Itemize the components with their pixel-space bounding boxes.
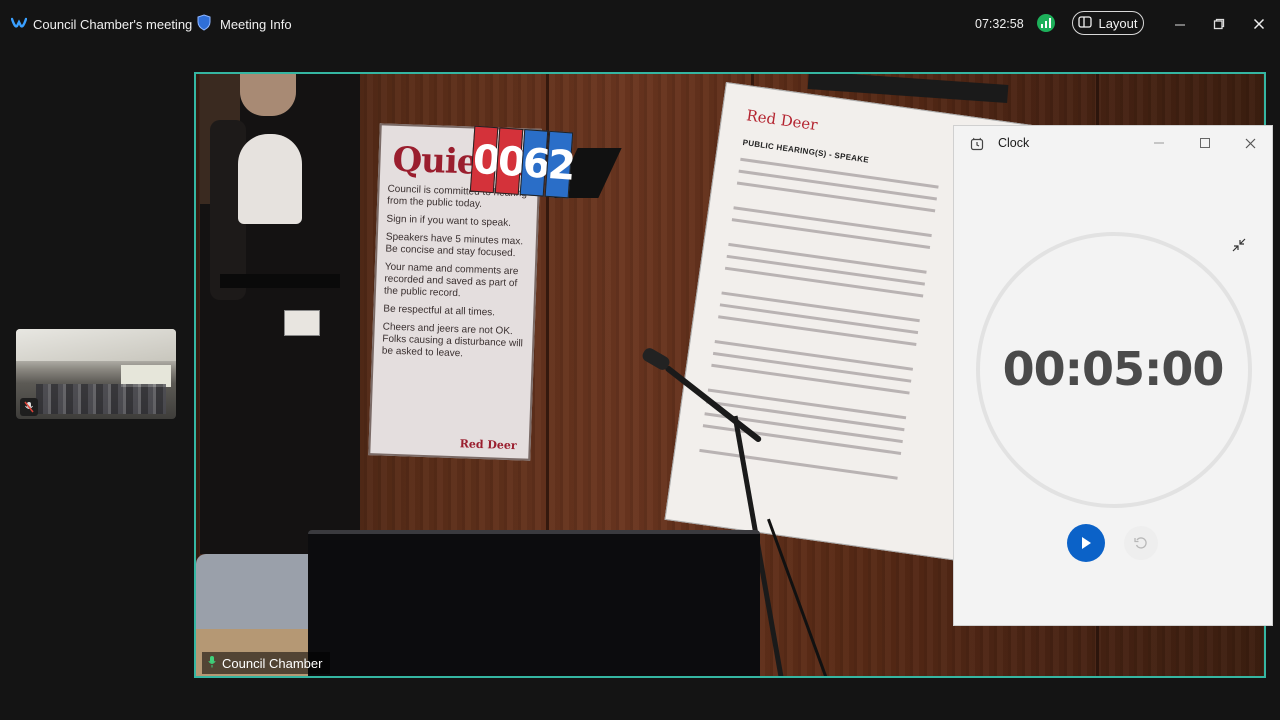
person-belt [220,274,340,288]
counter-digit: 0 [469,125,502,194]
start-timer-button[interactable] [1067,524,1105,562]
meeting-top-bar: Council Chamber's meeting Meeting Info 0… [0,0,1280,48]
meeting-info-label: Meeting Info [220,16,292,32]
reset-timer-button[interactable] [1124,526,1158,560]
flip-counter: 0 0 6 2 [469,125,577,199]
thumbnail-ceiling [16,329,176,361]
minimize-button[interactable] [1170,14,1190,34]
person-head [240,74,296,116]
person-standing [200,74,360,554]
sign-line: Speakers have 5 minutes max. Be concise … [385,231,524,260]
webex-logo-icon [10,16,28,33]
shield-icon [196,14,212,34]
person-shirt [238,134,302,224]
mic-active-icon [208,655,216,671]
restore-icon [1213,18,1225,30]
maximize-icon [1200,138,1210,148]
close-icon [1245,138,1255,148]
sign-line: Cheers and jeers are not OK. Folks causi… [381,321,524,360]
layout-icon [1078,15,1093,31]
clock-minimize-button[interactable] [1150,134,1168,152]
participant-name-label: Council Chamber [202,652,331,674]
minimize-icon [1175,24,1185,26]
compact-view-button[interactable] [1230,236,1248,254]
close-icon [1253,18,1265,30]
clock-titlebar[interactable]: Clock [954,126,1272,160]
clock-app-window[interactable]: Clock 00:05:00 [953,125,1273,626]
counter-digit: 6 [519,129,552,197]
close-button[interactable] [1249,14,1269,34]
minimize-icon [1154,142,1164,144]
clock-app-icon [970,137,984,156]
sign-line: Your name and comments are recorded and … [383,261,519,300]
participant-name: Council Chamber [222,655,323,671]
layout-button[interactable]: Layout [1072,11,1144,35]
easel-logo: Red Deer [745,106,819,135]
meeting-info-button[interactable]: Meeting Info [196,0,292,48]
thumbnail-audience [36,384,166,414]
restore-button[interactable] [1209,14,1229,34]
participant-thumbnail[interactable] [16,329,176,419]
play-icon [1082,537,1091,549]
collapse-arrows-icon [1232,238,1246,252]
network-signal-icon[interactable] [1037,14,1055,32]
sign-line: Be respectful at all times. [383,303,496,319]
meeting-clock: 07:32:58 [975,17,1024,31]
reset-icon [1134,537,1147,549]
meeting-title: Council Chamber's meeting [33,16,193,32]
timer-display: 00:05:00 [1002,342,1225,396]
easel-text-lines [698,157,939,489]
layout-label: Layout [1098,15,1138,31]
sign-line: Sign in if you want to speak. [386,213,512,229]
counter-digit: 0 [494,127,527,195]
sign-logo: Red Deer [459,437,517,453]
podium [308,530,760,676]
clock-close-button[interactable] [1241,134,1259,152]
person-badge [284,310,320,336]
sign-body: Council is committed to hearing from the… [382,184,530,363]
muted-mic-icon [20,398,38,416]
clock-maximize-button[interactable] [1196,134,1214,152]
clock-title: Clock [998,136,1030,150]
counter-digit: 2 [544,130,577,199]
meeting-title-area[interactable]: Council Chamber's meeting [10,0,193,48]
